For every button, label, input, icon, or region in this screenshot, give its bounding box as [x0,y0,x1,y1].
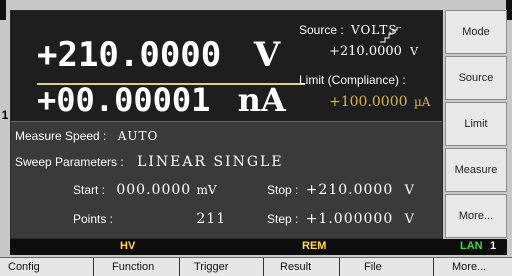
measurement-area: +210.0000 V +00.00001 nA Source : VOLTS … [11,11,442,121]
softkey-panel: Mode Source Limit Measure More... [445,10,507,238]
corner-bracket-left [0,0,6,20]
status-bar: HV REM LAN 1 [10,239,507,255]
lan-number: 1 [490,240,497,252]
rem-indicator: REM [302,240,327,252]
current-unit: nA [237,81,286,119]
hv-indicator: HV [120,240,136,252]
function-key-config[interactable]: Config [0,258,93,276]
main-panel: +210.0000 V +00.00001 nA Source : VOLTS … [10,10,443,239]
instrument-display: 1 +210.0000 V +00.00001 nA Source : VOLT… [0,0,512,276]
stop-unit: V [404,183,414,198]
function-key-function[interactable]: Function [93,258,179,276]
voltage-readout: +210.0000 V [37,35,280,75]
start-unit: mV [196,183,217,197]
points-value: 211 [196,211,227,227]
limit-value-unit: µA [413,95,431,109]
stop-label: Stop : [267,183,299,197]
sweep-parameters-label: Sweep Parameters : [15,155,124,169]
channel-indicator: 1 [0,108,10,122]
limit-label: Limit (Compliance) : [299,73,406,87]
softkey-source[interactable]: Source [445,56,507,100]
limit-value-number: +100.0000 [329,94,408,110]
points-label: Points : [73,212,114,226]
voltage-value: +210.0000 [37,35,222,75]
current-readout: +00.00001 nA [37,81,286,119]
source-value-unit: V [410,45,419,58]
sweep-staircase-icon [380,27,401,43]
step-label: Step : [267,212,299,226]
function-key-bar: Config Function Trigger Result File More… [0,257,512,276]
sweep-parameters-row: Sweep Parameters : LINEAR SINGLE [15,154,284,170]
lan-indicator: LAN [460,240,483,252]
step-value: +1.000000 [305,211,394,227]
points-row: Points : 211 [73,211,226,227]
function-key-trigger[interactable]: Trigger [179,258,263,276]
current-value: +00.00001 [37,81,211,119]
measure-speed-value: AUTO [117,129,159,143]
measure-speed-row: Measure Speed : AUTO [15,129,158,143]
function-key-more[interactable]: More... [433,258,512,276]
step-row: Step : +1.000000 V [267,211,414,227]
source-label-text: Source : [299,23,344,37]
stop-value: +210.0000 [305,182,394,198]
start-row: Start : 000.0000 mV [73,182,217,198]
softkey-mode[interactable]: Mode [445,10,507,54]
softkey-limit[interactable]: Limit [445,102,507,146]
sweep-parameters-value: LINEAR SINGLE [137,154,284,170]
limit-value: +100.0000 µA [329,94,430,110]
stop-row: Stop : +210.0000 V [267,182,414,198]
softkey-measure[interactable]: Measure [445,148,507,192]
voltage-unit: V [253,35,281,75]
source-value: +210.0000 V [329,44,418,59]
section-divider [11,121,442,122]
start-value: 000.0000 [116,182,192,198]
function-key-result[interactable]: Result [263,258,339,276]
softkey-more[interactable]: More... [445,194,507,238]
source-value-number: +210.0000 [329,44,402,59]
function-key-file[interactable]: File [339,258,433,276]
step-unit: V [404,212,414,227]
measure-speed-label: Measure Speed : [15,129,107,143]
start-label: Start : [73,183,106,197]
